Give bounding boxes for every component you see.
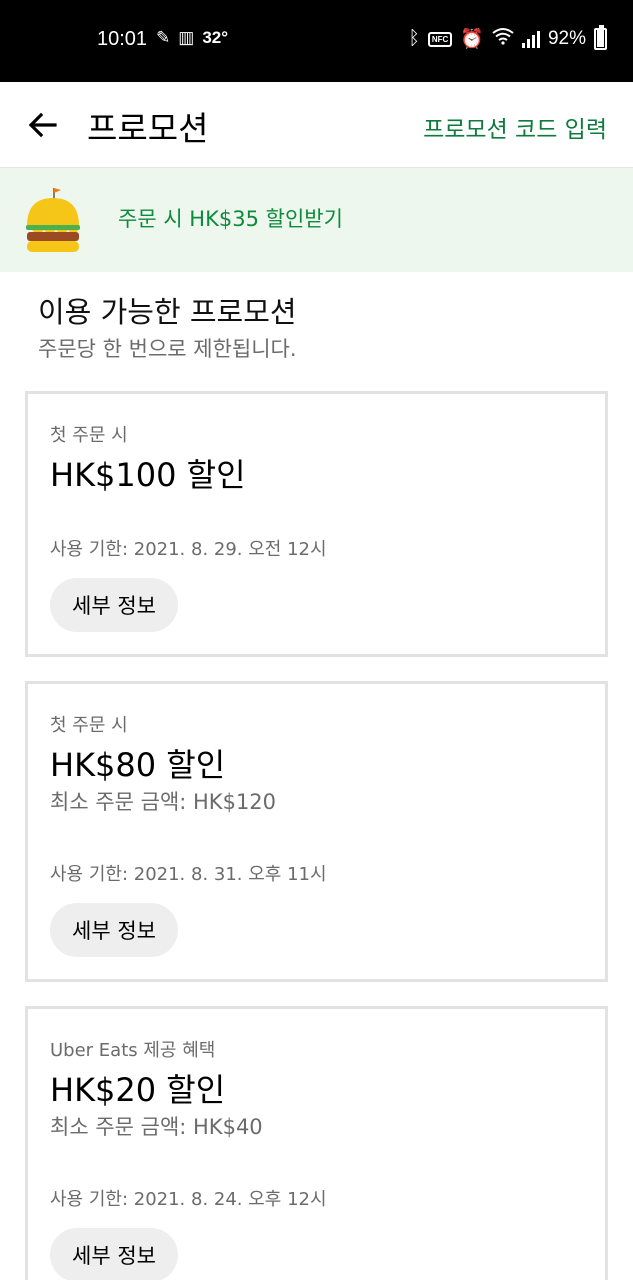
promotion-eyebrow: 첫 주문 시 [50,425,128,446]
details-button[interactable]: 세부 정보 [50,1228,178,1280]
promotion-card: 첫 주문 시 HK$100 할인 사용 기한: 2021. 8. 29. 오전 … [25,391,608,657]
signal-icon [521,30,540,48]
section-subtitle: 주문당 한 번으로 제한됩니다. [38,337,297,361]
battery-icon [594,25,607,50]
promotion-card: Uber Eats 제공 혜택 HK$20 할인 최소 주문 금액: HK$40… [25,1006,608,1280]
section-title: 이용 가능한 프로모션 [38,295,297,329]
promotion-amount: HK$100 할인 [50,456,246,494]
banner-discount-text: 주문 시 HK$35 할인받기 [118,207,343,231]
details-button[interactable]: 세부 정보 [50,903,178,957]
promotion-min-order: 최소 주문 금액: HK$40 [50,1115,263,1139]
gallery-chart-icon: ▥ [178,28,195,47]
back-arrow-icon[interactable] [26,108,60,142]
promotion-amount: HK$20 할인 [50,1071,226,1109]
burger-icon [24,186,82,254]
promotion-expiry: 사용 기한: 2021. 8. 24. 오후 12시 [50,1189,327,1210]
promotion-min-order: 최소 주문 금액: HK$120 [50,790,277,814]
promotion-expiry: 사용 기한: 2021. 8. 29. 오전 12시 [50,539,327,560]
status-bar: 10:01 ✎ ▥ 32° ᛒ NFC ⏰ 92% [0,0,633,82]
promotion-expiry: 사용 기한: 2021. 8. 31. 오후 11시 [50,864,327,885]
details-button[interactable]: 세부 정보 [50,578,178,632]
alarm-icon: ⏰ [460,29,484,50]
promotion-eyebrow: 첫 주문 시 [50,715,128,736]
battery-percent: 92% [547,28,586,49]
bluetooth-icon: ᛒ [408,28,420,49]
status-time: 10:01 [97,28,148,50]
nfc-icon: NFC [427,31,453,47]
page-title: 프로모션 [87,109,209,148]
promotion-amount: HK$80 할인 [50,746,226,784]
enter-promo-code-link[interactable]: 프로모션 코드 입력 [423,110,607,144]
temperature-label: 32° [202,28,229,47]
wifi-icon [492,27,514,51]
discount-banner[interactable]: 주문 시 HK$35 할인받기 [0,168,633,272]
promotion-eyebrow: Uber Eats 제공 혜택 [50,1040,216,1061]
app-header: 프로모션 프로모션 코드 입력 [0,82,633,168]
pen-icon: ✎ [156,28,171,47]
promotion-card: 첫 주문 시 HK$80 할인 최소 주문 금액: HK$120 사용 기한: … [25,681,608,982]
